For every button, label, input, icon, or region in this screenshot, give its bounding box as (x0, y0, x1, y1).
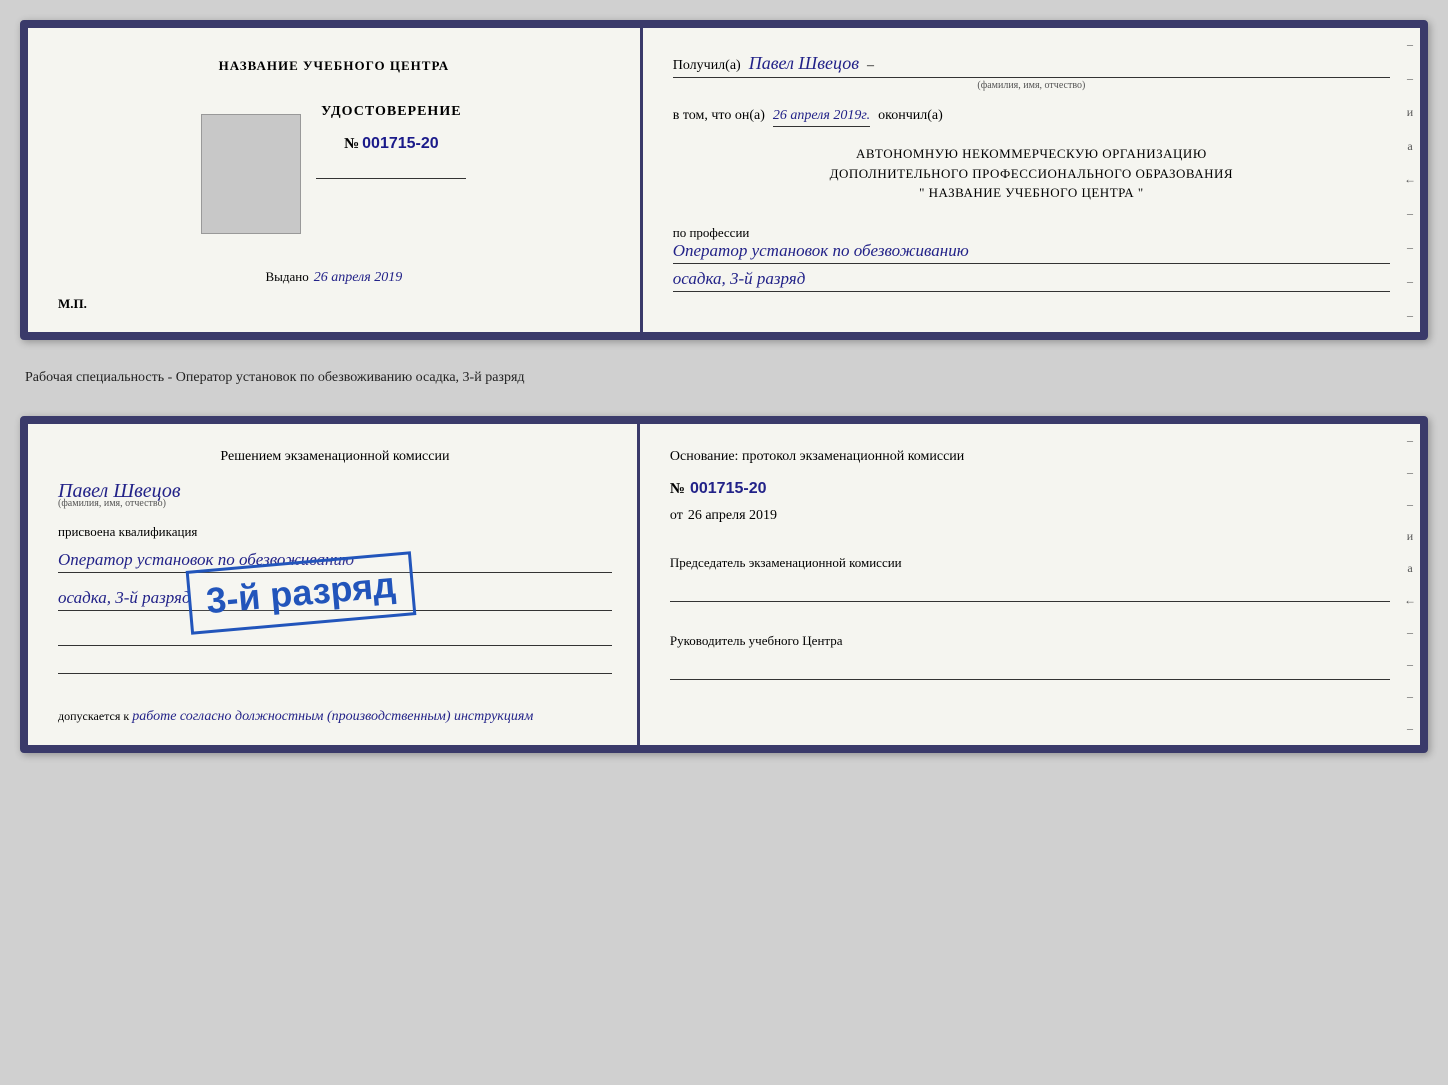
chairman-sig-line (670, 577, 1390, 602)
top-cert-left: НАЗВАНИЕ УЧЕБНОГО ЦЕНТРА УДОСТОВЕРЕНИЕ №… (28, 28, 643, 332)
received-label: Получил(а) (673, 58, 741, 74)
profession-sub: осадка, 3-й разряд (673, 269, 1390, 292)
cert-number: 001715-20 (362, 135, 439, 153)
allowed-text: работе согласно должностным (производств… (132, 709, 533, 724)
stamp-text: 3-й разряд (205, 564, 398, 621)
sig-line-2 (58, 654, 612, 674)
top-cert-title: НАЗВАНИЕ УЧЕБНОГО ЦЕНТРА (219, 58, 450, 74)
issued-date: 26 апреля 2019 (314, 270, 402, 286)
bottom-certificate: Решением экзаменационной комиссии Павел … (20, 416, 1428, 753)
page-wrapper: НАЗВАНИЕ УЧЕБНОГО ЦЕНТРА УДОСТОВЕРЕНИЕ №… (20, 20, 1428, 753)
right-margin-marks: ––иа←–––– (1400, 28, 1420, 332)
chairman-label: Председатель экзаменационной комиссии (670, 554, 1390, 572)
in-that-label: в том, что он(а) (673, 108, 765, 124)
basis-label: Основание: протокол экзаменационной коми… (670, 449, 1390, 465)
protocol-number: 001715-20 (690, 480, 767, 498)
bottom-right-margin-marks: –––иа←–––– (1400, 424, 1420, 745)
cert-number-prefix: № (344, 136, 359, 153)
allowed-label: допускается к работе согласно должностны… (58, 709, 612, 725)
director-sig-line (670, 655, 1390, 680)
protocol-prefix: № (670, 481, 685, 498)
assigned-label: присвоена квалификация (58, 524, 612, 540)
protocol-date-line: от 26 апреля 2019 (670, 508, 1390, 524)
org-line2: ДОПОЛНИТЕЛЬНОГО ПРОФЕССИОНАЛЬНОГО ОБРАЗО… (673, 164, 1390, 184)
top-cert-right: Получил(а) Павел Швецов – (фамилия, имя,… (643, 28, 1420, 332)
signature-lines (58, 626, 612, 674)
org-line1: АВТОНОМНУЮ НЕКОММЕРЧЕСКУЮ ОРГАНИЗАЦИЮ (673, 144, 1390, 164)
date-prefix: от (670, 508, 683, 524)
finished-label: окончил(а) (878, 108, 943, 124)
bottom-name-block: Павел Швецов (фамилия, имя, отчество) (58, 480, 612, 509)
profession-label: по профессии (673, 225, 1390, 241)
completed-date: 26 апреля 2019г. (773, 108, 870, 127)
top-certificate: НАЗВАНИЕ УЧЕБНОГО ЦЕНТРА УДОСТОВЕРЕНИЕ №… (20, 20, 1428, 340)
dash-symbol: – (867, 58, 874, 74)
director-label: Руководитель учебного Центра (670, 632, 1390, 650)
decision-label: Решением экзаменационной комиссии (58, 449, 612, 465)
separator-text: Рабочая специальность - Оператор установ… (20, 360, 1428, 396)
protocol-date: 26 апреля 2019 (688, 508, 777, 524)
mp-stamp: М.П. (58, 296, 87, 312)
org-line3: " НАЗВАНИЕ УЧЕБНОГО ЦЕНТРА " (673, 183, 1390, 203)
sig-line-1 (58, 626, 612, 646)
name-subtitle: (фамилия, имя, отчество) (673, 80, 1390, 91)
bottom-cert-left: Решением экзаменационной комиссии Павел … (28, 424, 640, 745)
recipient-name: Павел Швецов (749, 53, 859, 74)
cert-type-label: УДОСТОВЕРЕНИЕ (321, 104, 461, 120)
bottom-cert-right: Основание: протокол экзаменационной коми… (640, 424, 1420, 745)
profession-text: Оператор установок по обезвоживанию (673, 241, 1390, 264)
issued-label: Выдано (266, 269, 309, 285)
bottom-name-subtitle: (фамилия, имя, отчество) (58, 498, 612, 509)
photo-placeholder (201, 114, 301, 234)
